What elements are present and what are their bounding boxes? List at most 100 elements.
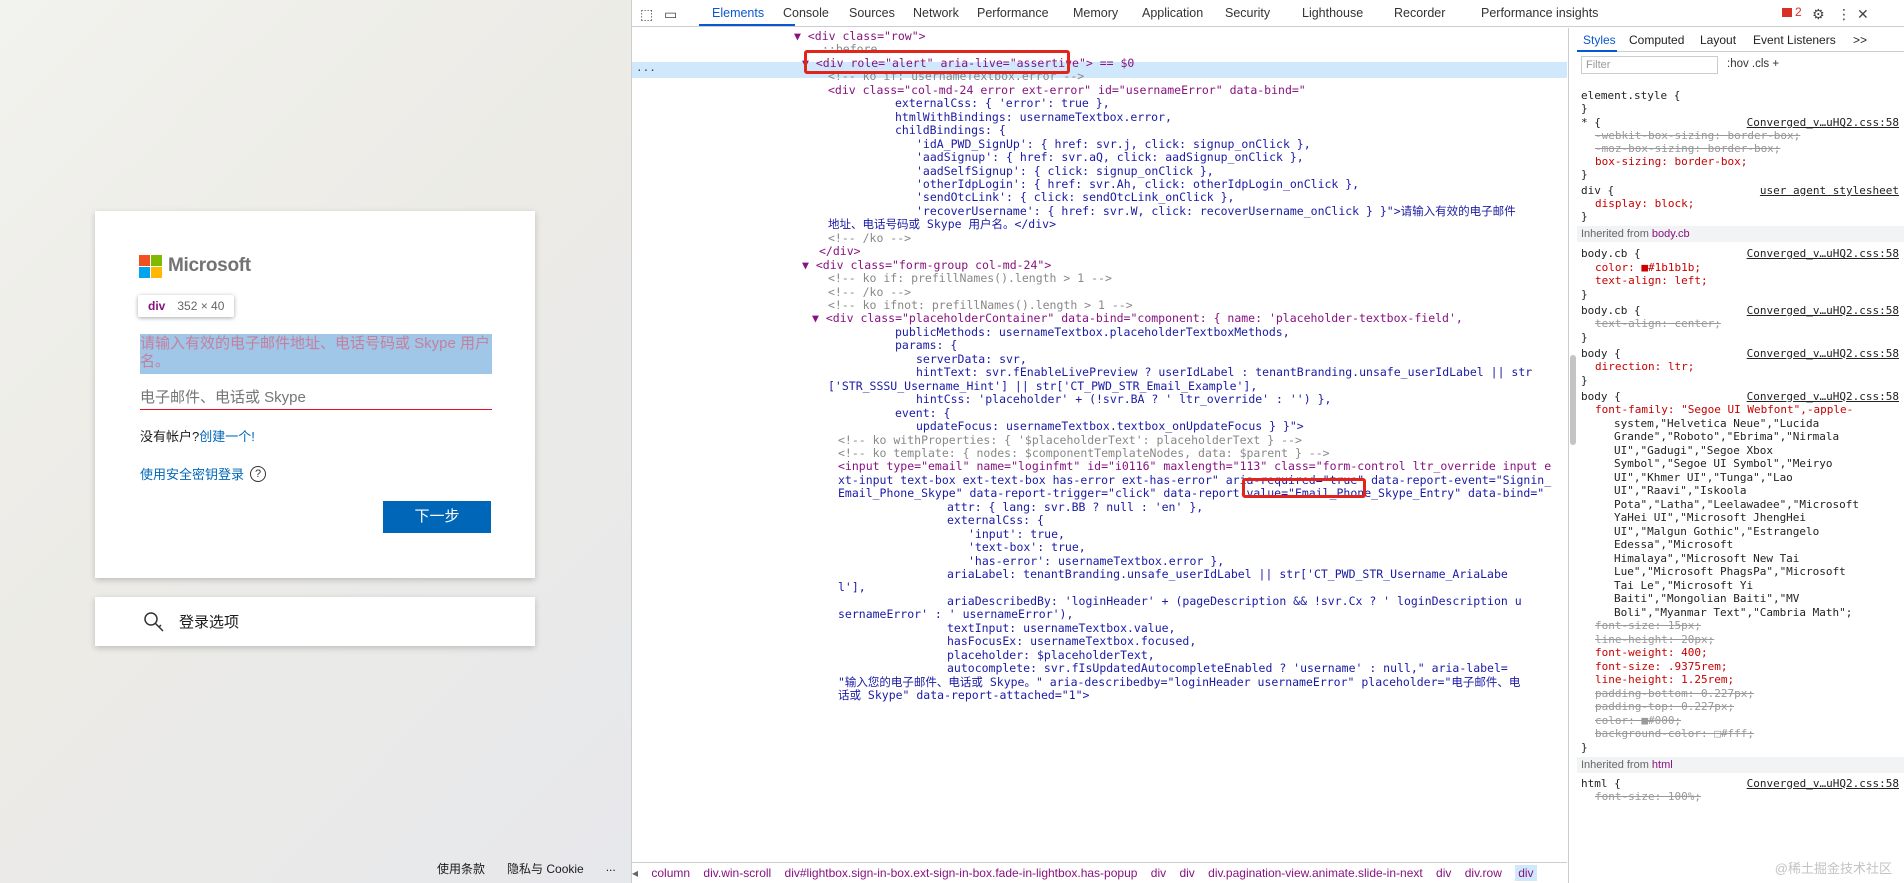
code-line[interactable]: <!-- /ko --> (828, 231, 911, 245)
create-account-link[interactable]: 创建一个! (199, 429, 255, 444)
signin-options-label[interactable]: 登录选项 (179, 611, 239, 632)
style-line[interactable]: div { (1581, 184, 1614, 198)
code-line[interactable]: childBindings: { (895, 123, 1006, 137)
device-toolbar-icon[interactable]: ▭ (664, 6, 677, 23)
code-line[interactable]: ▼ <div class="form-group col-md-24"> (802, 258, 1051, 272)
tab-performance[interactable]: Performance (977, 6, 1049, 20)
style-line[interactable]: UI","Gadugi","Segoe Xbox (1614, 444, 1773, 458)
style-line[interactable]: body { (1581, 390, 1621, 404)
breadcrumb-8[interactable]: div (1515, 865, 1537, 881)
code-line[interactable]: ['STR_SSSU_Username_Hint'] || str['CT_PW… (828, 379, 1257, 393)
code-line[interactable]: 'aadSignup': { href: svr.aQ, click: aadS… (916, 150, 1304, 164)
breadcrumb-2[interactable]: div#lightbox.sign-in-box.ext-sign-in-box… (785, 866, 1138, 880)
breadcrumb-6[interactable]: div (1436, 866, 1451, 880)
tab-application[interactable]: Application (1142, 6, 1203, 20)
code-line[interactable]: <!-- ko withProperties: { '$placeholderT… (838, 433, 1302, 447)
code-line[interactable]: 'aadSelfSignup': { click: signup_onClick… (916, 164, 1214, 178)
inherited-selector[interactable]: html (1652, 759, 1673, 771)
tab-console[interactable]: Console (783, 6, 829, 20)
style-line[interactable]: font-size: 100%; (1595, 790, 1701, 804)
style-line[interactable]: } (1581, 102, 1588, 116)
code-line[interactable]: textInput: usernameTextbox.value, (947, 621, 1175, 635)
style-line[interactable]: } (1581, 741, 1588, 755)
tab-memory[interactable]: Memory (1073, 6, 1118, 20)
tab-styles[interactable]: Styles (1583, 33, 1616, 47)
breadcrumb-3[interactable]: div (1151, 866, 1166, 880)
breadcrumb-0[interactable]: column (651, 866, 690, 880)
style-line[interactable]: Tai Le","Microsoft Yi (1614, 579, 1753, 593)
code-line[interactable]: hintCss: 'placeholder' + (!svr.BA ? ' lt… (916, 392, 1331, 406)
tab-more[interactable]: >> (1853, 33, 1867, 47)
style-line[interactable]: font-weight: 400; (1595, 646, 1708, 660)
issues-badge[interactable]: 2 (1782, 5, 1802, 19)
style-line[interactable]: } (1581, 210, 1588, 224)
style-line[interactable]: element.style { (1581, 89, 1680, 103)
code-line[interactable]: l'], (838, 580, 866, 594)
code-line[interactable]: Email_Phone_Skype" data-report-trigger="… (838, 486, 1544, 500)
style-line[interactable]: line-height: 20px; (1595, 633, 1714, 647)
style-line[interactable]: line-height: 1.25rem; (1595, 673, 1734, 687)
panel-divider[interactable] (1568, 28, 1569, 883)
style-line[interactable]: display: block; (1595, 197, 1694, 211)
style-line[interactable]: padding-bottom: 0.227px; (1595, 687, 1754, 701)
code-line[interactable]: </div> (819, 244, 861, 258)
style-line[interactable]: Pota","Latha","Leelawadee","Microsoft (1614, 498, 1859, 512)
style-line[interactable]: Symbol","Segoe UI Symbol","Meiryo (1614, 457, 1833, 471)
tab-performance-insights[interactable]: Performance insights (1481, 6, 1598, 20)
tab-security[interactable]: Security (1225, 6, 1270, 20)
more-icon[interactable]: ⋮ (1837, 6, 1851, 23)
style-line[interactable]: text-align: center; (1595, 317, 1721, 331)
email-input[interactable]: 电子邮件、电话或 Skype (140, 381, 492, 410)
code-line[interactable]: 'otherIdpLogin': { href: svr.Ah, click: … (916, 177, 1359, 191)
style-line[interactable]: html { (1581, 777, 1621, 791)
code-line[interactable]: externalCss: { (947, 513, 1044, 527)
style-line[interactable]: direction: ltr; (1595, 360, 1694, 374)
code-line[interactable]: ariaDescribedBy: 'loginHeader' + (pageDe… (947, 594, 1522, 608)
code-line[interactable]: params: { (895, 338, 957, 352)
style-line[interactable]: Edessa","Microsoft (1614, 538, 1733, 552)
style-line[interactable]: UI","Khmer UI","Tunga","Lao (1614, 471, 1793, 485)
style-line[interactable]: body { (1581, 347, 1621, 361)
style-line[interactable]: } (1581, 168, 1588, 182)
code-line[interactable]: ariaLabel: tenantBranding.unsafe_userIdL… (947, 567, 1508, 581)
style-line[interactable]: font-size: 15px; (1595, 619, 1701, 633)
breadcrumb-scroll-left[interactable]: ◂ (632, 866, 638, 880)
code-line[interactable]: 'text-box': true, (968, 540, 1086, 554)
style-line[interactable]: font-family: "Segoe UI Webfont",-apple- (1595, 403, 1853, 417)
breadcrumb-4[interactable]: div (1179, 866, 1194, 880)
code-line[interactable]: "输入您的电子邮件、电话或 Skype。" aria-describedby="… (838, 675, 1520, 689)
style-line[interactable]: Grande","Roboto","Ebrima","Nirmala (1614, 430, 1839, 444)
style-line[interactable]: UI","Malgun Gothic","Estrangelo (1614, 525, 1819, 539)
code-line[interactable]: updateFocus: usernameTextbox.textbox_onU… (916, 419, 1304, 433)
dom-scrollbar[interactable] (1570, 355, 1576, 445)
style-source-link[interactable]: Converged_v…uHQ2.css:58 (1747, 390, 1899, 403)
style-line[interactable]: text-align: left; (1595, 274, 1708, 288)
help-icon[interactable]: ? (250, 465, 267, 482)
code-line[interactable]: 话或 Skype" data-report-attached="1"> (838, 688, 1089, 702)
style-line[interactable]: } (1581, 374, 1588, 388)
code-line[interactable]: sernameError' : ' usernameError'), (838, 607, 1073, 621)
code-line[interactable]: publicMethods: usernameTextbox.placehold… (895, 325, 1290, 339)
code-line[interactable]: htmlWithBindings: usernameTextbox.error, (895, 110, 1172, 124)
style-line[interactable]: color: ■#000; (1595, 714, 1681, 728)
code-line[interactable]: 'sendOtcLink': { click: sendOtcLink_onCl… (916, 190, 1235, 204)
styles-toolbar[interactable]: :hov .cls + (1727, 58, 1779, 70)
code-line[interactable]: serverData: svr, (916, 352, 1027, 366)
code-line[interactable]: <div class="col-md-24 error ext-error" i… (828, 83, 1306, 97)
code-line[interactable]: <!-- ko ifnot: prefillNames().length > 1… (828, 298, 1133, 312)
style-line[interactable]: Himalaya","Microsoft New Tai (1614, 552, 1799, 566)
code-line[interactable]: <!-- /ko --> (828, 285, 911, 299)
node-menu-icon[interactable]: ··· (636, 64, 656, 77)
code-line[interactable]: event: { (895, 406, 950, 420)
style-line[interactable]: UI","Raavi","Iskoola (1614, 484, 1746, 498)
code-line[interactable]: hintText: svr.fEnableLivePreview ? userI… (916, 365, 1532, 379)
style-line[interactable]: Boli","Myanmar Text","Cambria Math"; (1614, 606, 1852, 620)
next-button[interactable]: 下一步 (383, 501, 491, 533)
style-line[interactable]: padding-top: 0.227px; (1595, 700, 1734, 714)
code-line[interactable]: <!-- ko template: { nodes: $componentTem… (838, 446, 1330, 460)
code-line[interactable]: <!-- ko if: prefillNames().length > 1 --… (828, 271, 1112, 285)
tab-network[interactable]: Network (913, 6, 959, 20)
tab-recorder[interactable]: Recorder (1394, 6, 1445, 20)
code-line[interactable]: 'has-error': usernameTextbox.error }, (968, 554, 1224, 568)
code-line[interactable]: <input type="email" name="loginfmt" id="… (838, 459, 1551, 473)
